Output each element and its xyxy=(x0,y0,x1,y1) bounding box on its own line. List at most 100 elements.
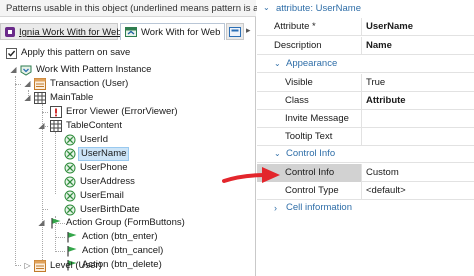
table-icon xyxy=(50,120,62,132)
instance-icon xyxy=(20,65,32,76)
tree-item-transaction[interactable]: ◢ Transaction (User) xyxy=(0,77,256,91)
error-viewer-icon xyxy=(50,106,62,118)
category-title: Cell information xyxy=(286,202,352,213)
properties-title: attribute: UserName xyxy=(276,3,362,14)
tree-item-attribute[interactable]: UserId xyxy=(0,133,256,147)
pattern-tabs: Ignia Work With for Web Work With for We… xyxy=(0,23,256,40)
property-row-tooltip-text[interactable]: Tooltip Text xyxy=(257,128,474,146)
property-row-attribute[interactable]: Attribute * UserName xyxy=(257,18,474,36)
checkmark-icon xyxy=(8,50,16,57)
tab-label: Work With for Web xyxy=(141,27,221,38)
tree-item-label: Action (btn_enter) xyxy=(82,231,158,242)
attribute-icon xyxy=(64,134,76,146)
tree-item-label: MainTable xyxy=(50,92,94,103)
property-row-invite-message[interactable]: Invite Message xyxy=(257,110,474,128)
apply-on-save-label: Apply this pattern on save xyxy=(21,47,131,58)
property-value[interactable]: <default> xyxy=(363,182,474,200)
tree-item-label: UserName xyxy=(78,147,130,161)
property-value[interactable]: UserName xyxy=(363,18,474,36)
work-with-icon xyxy=(125,27,137,37)
tab-work-with-for-web[interactable]: Work With for Web xyxy=(120,23,225,40)
collapse-toggle-icon[interactable]: ◢ xyxy=(37,120,46,132)
tree-item-attribute-selected[interactable]: UserName xyxy=(0,147,256,161)
collapse-toggle-icon[interactable]: ◢ xyxy=(37,217,46,229)
tree-item-action[interactable]: Action (btn_enter) xyxy=(0,230,256,244)
patterns-hint-bar: Patterns usable in this object (underlin… xyxy=(0,0,287,17)
property-key: Attribute * xyxy=(257,18,362,36)
tree-item-action-group[interactable] xyxy=(0,202,256,216)
collapse-toggle-icon[interactable]: ◢ xyxy=(9,64,18,76)
category-appearance[interactable]: ⌄ Appearance xyxy=(257,56,474,73)
tree-item-label: UserAddress xyxy=(80,176,135,187)
collapse-all-icon[interactable]: ⌄ xyxy=(263,3,270,12)
property-value[interactable]: Custom xyxy=(363,164,474,182)
category-title: Control Info xyxy=(286,148,336,159)
pattern-icon xyxy=(229,27,241,37)
property-row-class[interactable]: Class Attribute xyxy=(257,92,474,110)
attribute-icon xyxy=(64,162,76,174)
property-value[interactable] xyxy=(363,110,474,128)
property-value[interactable]: Name xyxy=(363,37,474,55)
tree-item-label: Level (User) xyxy=(50,260,102,271)
tree-item-label: UserEmail xyxy=(80,190,124,201)
level-icon xyxy=(34,260,46,272)
tree-item-maintable[interactable]: ◢ MainTable xyxy=(0,91,256,105)
tree-item-label: Action (btn_cancel) xyxy=(82,245,164,256)
property-value[interactable] xyxy=(363,128,474,146)
expand-toggle-icon[interactable]: ▷ xyxy=(23,260,32,272)
tree-item-error-viewer[interactable]: Error Viewer (ErrorViewer) xyxy=(0,105,256,119)
property-key: Description xyxy=(257,37,362,55)
property-key: Tooltip Text xyxy=(257,128,362,146)
property-key: Visible xyxy=(257,74,362,92)
properties-header: ⌄ attribute: UserName xyxy=(257,0,474,18)
property-value[interactable]: Attribute xyxy=(363,92,474,110)
apply-on-save-checkbox[interactable] xyxy=(6,48,17,59)
tree-item-action-group[interactable]: ◢ Action Group (FormButtons) xyxy=(0,216,256,230)
ignia-logo-icon xyxy=(5,27,15,37)
tab-label: Ignia Work With for Web xyxy=(19,27,122,38)
flag-icon xyxy=(51,218,61,229)
transaction-icon xyxy=(34,78,46,90)
tree-item-tablecontent[interactable]: ◢ TableContent xyxy=(0,119,256,133)
tree-item-label: Error Viewer (ErrorViewer) xyxy=(66,106,178,117)
tree-item-label: Action Group (FormButtons) xyxy=(66,217,185,228)
flag-icon xyxy=(67,246,77,257)
tree-item-label: UserId xyxy=(80,134,108,145)
property-value[interactable]: True xyxy=(363,74,474,92)
tree-item-label: TableContent xyxy=(66,120,122,131)
property-key: Class xyxy=(257,92,362,110)
tabs-scroll-right-icon[interactable]: ▸ xyxy=(246,25,251,36)
tree-item-action[interactable]: Action (btn_cancel) xyxy=(0,244,256,258)
tree-item-label: Transaction (User) xyxy=(50,78,129,89)
tree-item-attribute[interactable]: UserPhone xyxy=(0,161,256,175)
attribute-icon xyxy=(64,148,76,160)
red-arrow-pointer xyxy=(222,167,280,183)
collapse-toggle-icon[interactable]: ◢ xyxy=(23,78,32,90)
properties-pane: ⌄ attribute: UserName Attribute * UserNa… xyxy=(257,0,474,276)
attribute-icon xyxy=(64,176,76,188)
tree-item-attribute[interactable]: UserAddress xyxy=(0,175,256,189)
property-key: Invite Message xyxy=(257,110,362,128)
property-row-description[interactable]: Description Name xyxy=(257,37,474,55)
patterns-pane: Patterns usable in this object (underlin… xyxy=(0,0,287,276)
tree-item-label: Work With Pattern Instance xyxy=(36,64,152,75)
category-title: Appearance xyxy=(286,58,338,69)
tree-item-attribute[interactable]: UserEmail xyxy=(0,189,256,203)
tab-ignia-work-with[interactable]: Ignia Work With for Web xyxy=(0,23,122,40)
category-control-info[interactable]: ⌄ Control Info xyxy=(257,146,474,163)
category-cell-information[interactable]: › Cell information xyxy=(257,200,474,217)
tree-item-level[interactable]: ▷ Level (User) xyxy=(0,259,256,273)
collapse-chevron-icon[interactable]: ⌄ xyxy=(274,149,281,158)
flag-icon xyxy=(67,232,77,243)
property-row-control-type[interactable]: Control Type <default> xyxy=(257,182,474,200)
property-row-visible[interactable]: Visible True xyxy=(257,74,474,92)
tree-item-label: UserPhone xyxy=(80,162,128,173)
collapse-chevron-icon[interactable]: ⌄ xyxy=(274,59,281,68)
pattern-instance-tree: ◢ Work With Pattern Instance ◢ Transacti… xyxy=(0,63,256,276)
property-row-control-info[interactable]: Control Info Custom xyxy=(257,164,474,182)
expand-chevron-icon[interactable]: › xyxy=(274,203,277,213)
tree-item-instance[interactable]: ◢ Work With Pattern Instance xyxy=(0,63,256,77)
attribute-icon xyxy=(64,190,76,202)
tab-overflow[interactable] xyxy=(226,23,244,40)
collapse-toggle-icon[interactable]: ◢ xyxy=(23,92,32,104)
